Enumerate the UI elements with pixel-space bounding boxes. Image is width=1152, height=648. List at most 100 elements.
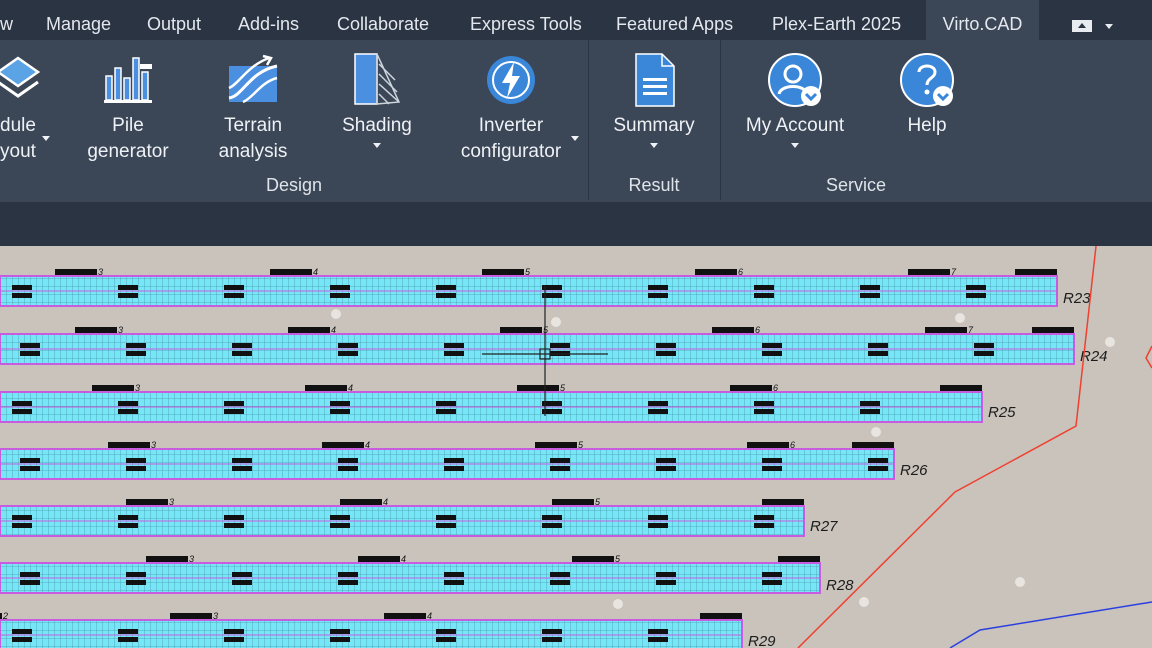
pile-marker bbox=[330, 515, 350, 520]
terrain-analysis-button[interactable]: Terrain analysis bbox=[203, 40, 303, 180]
cable-route bbox=[949, 601, 1152, 648]
pile-marker bbox=[868, 466, 888, 471]
tab-add-ins[interactable]: Add-ins bbox=[238, 0, 299, 40]
pile-marker bbox=[12, 515, 32, 520]
shading-button[interactable]: Shading bbox=[327, 40, 427, 180]
inverter-number: 2 bbox=[2, 611, 8, 621]
ribbon-tab-bar: w Manage Output Add-ins Collaborate Expr… bbox=[0, 0, 1152, 40]
tab-output[interactable]: Output bbox=[147, 0, 201, 40]
pile-marker bbox=[224, 515, 244, 520]
inverter-number: 4 bbox=[313, 267, 318, 277]
inverter-block bbox=[778, 556, 820, 562]
ground-marker bbox=[955, 313, 965, 323]
pile-marker bbox=[436, 515, 456, 520]
inverter-block bbox=[1032, 327, 1074, 333]
pile-marker bbox=[648, 523, 668, 528]
button-label: Summary bbox=[613, 115, 695, 136]
button-label: analysis bbox=[218, 141, 288, 162]
pile-marker bbox=[754, 401, 774, 406]
drawing-canvas[interactable]: 34567R2334567R243456R253456R26345R27345R… bbox=[0, 246, 1152, 648]
inverter-icon bbox=[487, 56, 535, 104]
pile-generator-button[interactable]: Pile generator bbox=[78, 40, 178, 180]
pile-marker bbox=[232, 580, 252, 585]
workspace-switcher[interactable] bbox=[1072, 20, 1113, 34]
my-account-button[interactable]: My Account bbox=[735, 40, 855, 180]
pile-marker bbox=[648, 293, 668, 298]
pile-marker bbox=[436, 293, 456, 298]
pile-marker bbox=[436, 637, 456, 642]
pile-marker bbox=[20, 351, 40, 356]
pile-marker bbox=[232, 572, 252, 577]
pile-marker bbox=[860, 293, 880, 298]
tab-express-tools[interactable]: Express Tools bbox=[470, 0, 582, 40]
pile-marker bbox=[656, 580, 676, 585]
shading-icon bbox=[354, 53, 401, 105]
pile-marker bbox=[542, 637, 562, 642]
tab-plex-earth[interactable]: Plex-Earth 2025 bbox=[772, 0, 901, 40]
pile-marker bbox=[542, 629, 562, 634]
inverter-block bbox=[126, 499, 168, 505]
pile-marker bbox=[232, 351, 252, 356]
inverter-block bbox=[482, 269, 524, 275]
inverter-number: 4 bbox=[383, 497, 388, 507]
pile-marker bbox=[436, 401, 456, 406]
button-label: Inverter bbox=[478, 115, 544, 136]
button-label: yout bbox=[0, 141, 36, 162]
tab-collaborate[interactable]: Collaborate bbox=[337, 0, 429, 40]
chevron-down-icon bbox=[571, 136, 579, 141]
pile-marker bbox=[860, 401, 880, 406]
row-label: R26 bbox=[900, 462, 928, 479]
inverter-block bbox=[852, 442, 894, 448]
tab-featured-apps[interactable]: Featured Apps bbox=[616, 0, 733, 40]
inverter-block bbox=[288, 327, 330, 333]
pile-marker bbox=[444, 351, 464, 356]
inverter-number: 3 bbox=[169, 497, 174, 507]
pile-marker bbox=[966, 285, 986, 290]
inverter-block bbox=[535, 442, 577, 448]
pile-marker bbox=[118, 409, 138, 414]
pile-marker bbox=[868, 458, 888, 463]
help-button[interactable]: Help bbox=[877, 40, 977, 180]
inverter-number: 3 bbox=[213, 611, 218, 621]
pile-marker bbox=[330, 401, 350, 406]
inverter-block bbox=[75, 327, 117, 333]
inverter-number: 3 bbox=[118, 325, 123, 335]
inverter-block bbox=[322, 442, 364, 448]
button-label: My Account bbox=[745, 115, 845, 136]
inverter-block bbox=[517, 385, 559, 391]
row-label: R28 bbox=[826, 577, 854, 594]
minimize-ribbon-icon bbox=[1072, 20, 1092, 32]
pile-marker bbox=[12, 293, 32, 298]
pile-marker bbox=[118, 629, 138, 634]
button-label: Terrain bbox=[223, 115, 283, 136]
tab-manage[interactable]: Manage bbox=[46, 0, 111, 40]
summary-button[interactable]: Summary bbox=[598, 40, 710, 180]
tab-virto-cad[interactable]: Virto.CAD bbox=[926, 0, 1039, 40]
pile-marker bbox=[224, 523, 244, 528]
terrain-analysis-icon bbox=[228, 54, 278, 104]
pile-marker bbox=[860, 409, 880, 414]
pile-marker bbox=[762, 351, 782, 356]
inverter-block bbox=[572, 556, 614, 562]
pile-marker bbox=[338, 572, 358, 577]
pile-marker bbox=[966, 293, 986, 298]
group-label-design: Design bbox=[265, 175, 323, 195]
inverter-number: 6 bbox=[773, 383, 778, 393]
ground-marker bbox=[613, 599, 623, 609]
cad-drawing[interactable]: 34567R2334567R243456R253456R26345R27345R… bbox=[0, 246, 1152, 648]
inverter-number: 6 bbox=[755, 325, 760, 335]
module-layout-icon bbox=[0, 56, 41, 98]
inverter-number: 4 bbox=[427, 611, 432, 621]
inverter-configurator-button[interactable]: Inverter configurator bbox=[448, 40, 574, 180]
inverter-block bbox=[747, 442, 789, 448]
inverter-block bbox=[500, 327, 542, 333]
row-label: R29 bbox=[748, 633, 776, 648]
tab-view[interactable]: w bbox=[0, 0, 13, 40]
pile-marker bbox=[656, 466, 676, 471]
pile-marker bbox=[12, 285, 32, 290]
group-label-service: Service bbox=[825, 175, 887, 195]
button-label: Shading bbox=[342, 115, 412, 136]
pile-marker bbox=[436, 285, 456, 290]
module-layout-button[interactable]: dule yout bbox=[0, 40, 68, 180]
pile-marker bbox=[118, 515, 138, 520]
